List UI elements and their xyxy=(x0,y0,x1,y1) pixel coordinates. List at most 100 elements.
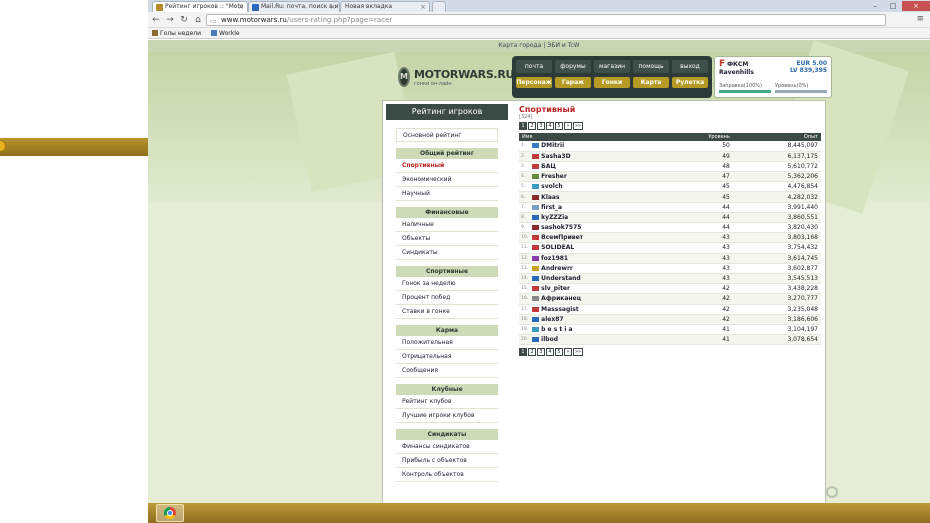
row-player[interactable]: БАЦ xyxy=(529,161,667,173)
player-name[interactable]: alex87 xyxy=(541,316,563,323)
nav-link-0[interactable]: почта xyxy=(516,60,552,73)
row-player[interactable]: SOLIDEAL xyxy=(529,242,667,254)
tab-rating[interactable]: Рейтинг игроков :: "Moto × xyxy=(152,1,248,12)
row-player[interactable]: DMitrii xyxy=(529,141,667,152)
row-player[interactable]: alex87 xyxy=(529,314,667,325)
sidebar-item[interactable]: Ставки в гонке xyxy=(396,305,498,319)
row-player[interactable]: slv_piter xyxy=(529,283,667,295)
player-name[interactable]: Fresher xyxy=(541,173,567,180)
nav-button-4[interactable]: Рулетка xyxy=(672,77,708,88)
player-name[interactable]: Andrewrr xyxy=(541,265,573,272)
player-name[interactable]: ВсемПривет xyxy=(541,234,583,241)
nav-link-1[interactable]: форумы xyxy=(555,60,591,73)
sidebar-item[interactable]: Спортивный xyxy=(396,159,498,173)
page-link[interactable]: 4 xyxy=(546,348,554,357)
player-name[interactable]: DMitrii xyxy=(541,142,564,149)
player-name[interactable]: Klaas xyxy=(541,194,559,201)
player-name[interactable]: svolch xyxy=(541,183,563,190)
nav-button-0[interactable]: Персонаж xyxy=(516,77,552,88)
bookmark-item[interactable]: Голы недели xyxy=(152,30,201,37)
site-logo[interactable]: M MOTORWARS.RU гонки он-лайн xyxy=(384,54,514,100)
column-name[interactable]: Имя xyxy=(519,133,667,141)
new-tab-button[interactable] xyxy=(432,1,446,12)
player-name[interactable]: b e s t i a xyxy=(541,326,572,333)
player-name[interactable]: foz1981 xyxy=(541,255,568,262)
sidebar-item[interactable]: Научный xyxy=(396,187,498,201)
page-link[interactable]: 2 xyxy=(528,122,536,130)
nav-link-4[interactable]: выход xyxy=(672,60,708,73)
page-link[interactable]: »» xyxy=(573,348,584,357)
sidebar-item-main-rating[interactable]: Основной рейтинг xyxy=(396,128,498,142)
column-level[interactable]: Уровень xyxy=(666,133,733,141)
column-exp[interactable]: Опыт xyxy=(732,133,821,141)
tab-new[interactable]: Новая вкладка × xyxy=(340,1,430,12)
player-name[interactable]: Masssagist xyxy=(541,306,579,313)
user-club[interactable]: ФКСМ xyxy=(727,61,748,68)
page-link[interactable]: 3 xyxy=(537,348,545,357)
close-window-icon[interactable]: × xyxy=(902,1,930,11)
player-name[interactable]: ilbod xyxy=(541,336,558,343)
row-player[interactable]: sashok7575 xyxy=(529,222,667,234)
nav-button-2[interactable]: Гонки xyxy=(594,77,630,88)
address-bar[interactable]: ▭ www.motorwars.ru/users-rating.php?page… xyxy=(206,14,886,26)
sidebar-item[interactable]: Положительная xyxy=(396,336,498,350)
sidebar-item[interactable]: Финансы синдикатов xyxy=(396,440,498,454)
page-link[interactable]: »» xyxy=(573,122,584,130)
close-icon[interactable]: × xyxy=(420,2,426,12)
forward-arrow-icon[interactable]: → xyxy=(166,15,174,25)
row-player[interactable]: Masssagist xyxy=(529,304,667,315)
nav-button-1[interactable]: Гараж xyxy=(555,77,591,88)
page-link[interactable]: 1 xyxy=(519,348,527,357)
taskbar-chrome-button[interactable] xyxy=(156,504,184,522)
minimize-icon[interactable]: – xyxy=(866,1,884,11)
row-player[interactable]: Sasha3D xyxy=(529,151,667,162)
row-player[interactable]: ilbod xyxy=(529,334,667,346)
row-player[interactable]: first_a xyxy=(529,202,667,213)
page-link[interactable]: 4 xyxy=(546,122,554,130)
row-player[interactable]: foz1981 xyxy=(529,253,667,264)
player-name[interactable]: Sasha3D xyxy=(541,153,570,160)
player-name[interactable]: sashok7575 xyxy=(541,224,581,231)
sidebar-item[interactable]: Сообщения xyxy=(396,364,498,378)
row-player[interactable]: Африканец xyxy=(529,293,667,305)
row-player[interactable]: Andrewrr xyxy=(529,263,667,274)
sidebar-item[interactable]: Синдикаты xyxy=(396,246,498,260)
close-icon[interactable]: × xyxy=(238,2,244,12)
sidebar-item[interactable]: Экономический xyxy=(396,173,498,187)
sidebar-item[interactable]: Прибыль с объектов xyxy=(396,454,498,468)
page-link[interactable]: 5 xyxy=(555,122,563,130)
row-player[interactable]: kyZZZia xyxy=(529,212,667,224)
row-player[interactable]: Klaas xyxy=(529,191,667,203)
scroll-widget-icon[interactable] xyxy=(826,486,838,498)
menu-icon[interactable]: ≡ xyxy=(916,14,924,24)
sidebar-item[interactable]: Процент побед xyxy=(396,291,498,305)
row-player[interactable]: Understand xyxy=(529,273,667,285)
tab-mail[interactable]: Mail.Ru: почта, поиск в и × xyxy=(248,1,340,12)
back-arrow-icon[interactable]: ← xyxy=(152,15,160,25)
sidebar-item[interactable]: Наличные xyxy=(396,218,498,232)
sidebar-item[interactable]: Отрицательная xyxy=(396,350,498,364)
page-link[interactable]: » xyxy=(564,348,572,357)
nav-link-3[interactable]: помощь xyxy=(633,60,669,73)
player-name[interactable]: Understand xyxy=(541,275,581,282)
row-player[interactable]: ВсемПривет xyxy=(529,232,667,244)
player-name[interactable]: SOLIDEAL xyxy=(541,244,574,251)
page-link[interactable]: 2 xyxy=(528,348,536,357)
player-name[interactable]: БАЦ xyxy=(541,163,556,170)
sidebar-item[interactable]: Контроль объектов xyxy=(396,468,498,482)
sidebar-item[interactable]: Рейтинг клубов xyxy=(396,395,498,409)
maximize-icon[interactable]: □ xyxy=(884,1,902,11)
page-link[interactable]: 1 xyxy=(519,122,527,130)
close-icon[interactable]: × xyxy=(330,2,336,12)
sidebar-item[interactable]: Объекты xyxy=(396,232,498,246)
sidebar-item[interactable]: Гонок за неделю xyxy=(396,277,498,291)
page-link[interactable]: 3 xyxy=(537,122,545,130)
bookmark-item[interactable]: Workle xyxy=(211,30,240,37)
sidebar-item[interactable]: Лучшие игроки клубов xyxy=(396,409,498,423)
player-name[interactable]: first_a xyxy=(541,204,562,211)
player-name[interactable]: slv_piter xyxy=(541,285,570,292)
player-name[interactable]: kyZZZia xyxy=(541,214,568,221)
row-player[interactable]: svolch xyxy=(529,181,667,193)
home-icon[interactable]: ⌂ xyxy=(194,15,202,25)
row-player[interactable]: b e s t i a xyxy=(529,324,667,336)
